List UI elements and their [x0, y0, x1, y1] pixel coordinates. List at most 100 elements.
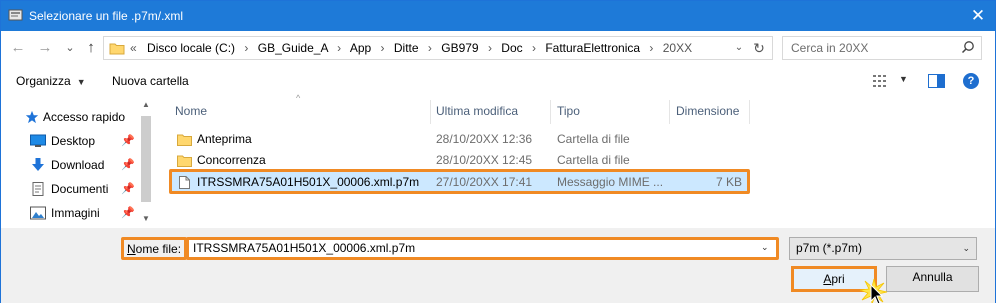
sidebar-item-label: Desktop: [51, 134, 96, 148]
filename-field[interactable]: ITRSSMRA75A01H501X_00006.xml.p7m: [186, 237, 779, 260]
breadcrumb-separator[interactable]: ›: [381, 41, 385, 55]
column-divider[interactable]: [430, 100, 431, 124]
breadcrumb-separator[interactable]: ›: [649, 41, 653, 55]
column-header-name[interactable]: Nome: [175, 98, 207, 124]
breadcrumb-separator[interactable]: ›: [488, 41, 492, 55]
navigation-pane: Accesso rapido Desktop 📌 Download 📌 Docu…: [1, 98, 155, 228]
sidebar-item-label: Accesso rapido: [43, 110, 126, 124]
scrollbar-thumb[interactable]: [141, 116, 151, 202]
open-label: pri: [831, 272, 845, 286]
breadcrumb-current[interactable]: 20XX: [663, 41, 692, 55]
navigation-scrollbar[interactable]: ▲ ▼: [139, 98, 153, 228]
dialog-footer: Nome file: ITRSSMRA75A01H501X_00006.xml.…: [1, 228, 995, 303]
search-icon[interactable]: [961, 40, 975, 54]
search-box[interactable]: Cerca in 20XX: [782, 36, 982, 60]
column-divider[interactable]: [669, 100, 670, 124]
organize-button[interactable]: Organizza ▼: [16, 66, 86, 96]
breadcrumb-item[interactable]: FatturaElettronica: [545, 41, 640, 55]
view-options-dropdown-icon[interactable]: ▼: [899, 74, 908, 84]
close-icon[interactable]: ✕: [967, 5, 989, 27]
title-bar: Selezionare un file .p7m/.xml ✕: [1, 1, 995, 31]
breadcrumb-separator[interactable]: ›: [428, 41, 432, 55]
chevron-down-icon: ▼: [76, 77, 86, 87]
sidebar-item-quick-access[interactable]: Accesso rapido: [1, 106, 137, 128]
breadcrumb-separator[interactable]: ›: [532, 41, 536, 55]
preview-pane-icon[interactable]: [928, 74, 945, 88]
scroll-down-icon[interactable]: ▼: [139, 212, 153, 226]
breadcrumb-separator[interactable]: ›: [337, 41, 341, 55]
breadcrumb-item[interactable]: App: [350, 41, 371, 55]
organize-label: Organizza: [16, 74, 71, 88]
folder-icon: [177, 155, 192, 167]
sidebar-item-desktop[interactable]: Desktop 📌: [1, 130, 137, 152]
file-name: Anteprima: [197, 132, 252, 146]
column-divider[interactable]: [550, 100, 551, 124]
pin-icon[interactable]: 📌: [121, 130, 135, 152]
sidebar-item-label: Immagini: [51, 206, 100, 220]
file-open-dialog: Selezionare un file .p7m/.xml ✕ ← → ⌄ ↑ …: [0, 0, 996, 303]
help-icon[interactable]: ?: [963, 73, 979, 89]
sidebar-item-label: Download: [51, 158, 105, 172]
star-icon: [25, 110, 39, 124]
content-area: Accesso rapido Desktop 📌 Download 📌 Docu…: [1, 93, 995, 228]
folder-icon: [177, 134, 192, 146]
highlight-frame: [169, 169, 750, 194]
file-type: Cartella di file: [557, 132, 630, 146]
cursor-click-icon: [859, 278, 888, 303]
column-divider[interactable]: [749, 100, 750, 124]
address-bar[interactable]: « Disco locale (C:) › GB_Guide_A › App ›…: [103, 36, 773, 60]
breadcrumb-separator[interactable]: ›: [244, 41, 248, 55]
navigation-bar: ← → ⌄ ↑ « Disco locale (C:) › GB_Guide_A…: [1, 31, 995, 66]
sidebar-item-documents[interactable]: Documenti 📌: [1, 178, 137, 200]
breadcrumb-overflow[interactable]: «: [130, 41, 137, 55]
cancel-button[interactable]: Annulla: [886, 266, 979, 292]
filename-label-accelerator: N: [127, 242, 136, 256]
pin-icon[interactable]: 📌: [121, 178, 135, 200]
address-dropdown-icon[interactable]: ⌄: [732, 37, 746, 59]
command-bar: Organizza ▼ Nuova cartella ▼ ?: [1, 66, 995, 98]
column-header-type[interactable]: Tipo: [557, 98, 580, 124]
breadcrumb-item[interactable]: Ditte: [394, 41, 419, 55]
table-row[interactable]: Concorrenza 28/10/20XX 12:45 Cartella di…: [171, 150, 749, 171]
scroll-up-icon[interactable]: ▲: [139, 98, 153, 112]
column-header-size[interactable]: Dimensione: [676, 98, 739, 124]
filename-value[interactable]: ITRSSMRA75A01H501X_00006.xml.p7m: [193, 241, 415, 255]
file-date: 28/10/20XX 12:45: [436, 153, 533, 167]
file-type: Cartella di file: [557, 153, 630, 167]
forward-arrow-icon[interactable]: →: [36, 38, 54, 58]
breadcrumb-item[interactable]: Doc: [501, 41, 522, 55]
table-row[interactable]: Anteprima 28/10/20XX 12:36 Cartella di f…: [171, 129, 749, 150]
breadcrumb-item[interactable]: GB979: [441, 41, 478, 55]
dialog-app-icon: [8, 9, 23, 21]
window-title: Selezionare un file .p7m/.xml: [29, 9, 184, 23]
new-folder-button[interactable]: Nuova cartella: [112, 66, 189, 96]
sort-ascending-icon: ^: [296, 93, 301, 103]
column-header-modified[interactable]: Ultima modifica: [436, 98, 518, 124]
sidebar-item-label: Documenti: [51, 182, 109, 196]
filetype-select[interactable]: p7m (*.p7m) ⌄: [789, 237, 977, 260]
breadcrumb: « Disco locale (C:) › GB_Guide_A › App ›…: [130, 37, 692, 59]
pin-icon[interactable]: 📌: [121, 202, 135, 224]
filename-dropdown-icon[interactable]: ⌄: [761, 242, 769, 253]
breadcrumb-item[interactable]: GB_Guide_A: [258, 41, 328, 55]
file-list: ^ Nome Ultima modifica Tipo Dimensione A…: [167, 93, 995, 228]
view-options-icon[interactable]: [873, 75, 889, 87]
images-icon: [30, 206, 46, 220]
filename-label: Nome file:: [121, 237, 188, 260]
desktop-icon: [30, 134, 46, 147]
open-accelerator: A: [823, 272, 832, 286]
refresh-icon[interactable]: ↻: [750, 37, 768, 59]
chevron-down-icon[interactable]: ⌄: [962, 238, 970, 259]
download-icon: [32, 158, 44, 171]
recent-locations-icon[interactable]: ⌄: [61, 38, 79, 58]
filename-label-text: ome file:: [135, 242, 182, 256]
sidebar-item-images[interactable]: Immagini 📌: [1, 202, 137, 224]
breadcrumb-item[interactable]: Disco locale (C:): [147, 41, 235, 55]
search-placeholder[interactable]: Cerca in 20XX: [791, 37, 868, 59]
folder-icon: [109, 43, 125, 55]
back-arrow-icon[interactable]: ←: [9, 38, 27, 58]
file-name: Concorrenza: [197, 153, 266, 167]
sidebar-item-download[interactable]: Download 📌: [1, 154, 137, 176]
up-folder-icon[interactable]: ↑: [82, 38, 100, 58]
pin-icon[interactable]: 📌: [121, 154, 135, 176]
